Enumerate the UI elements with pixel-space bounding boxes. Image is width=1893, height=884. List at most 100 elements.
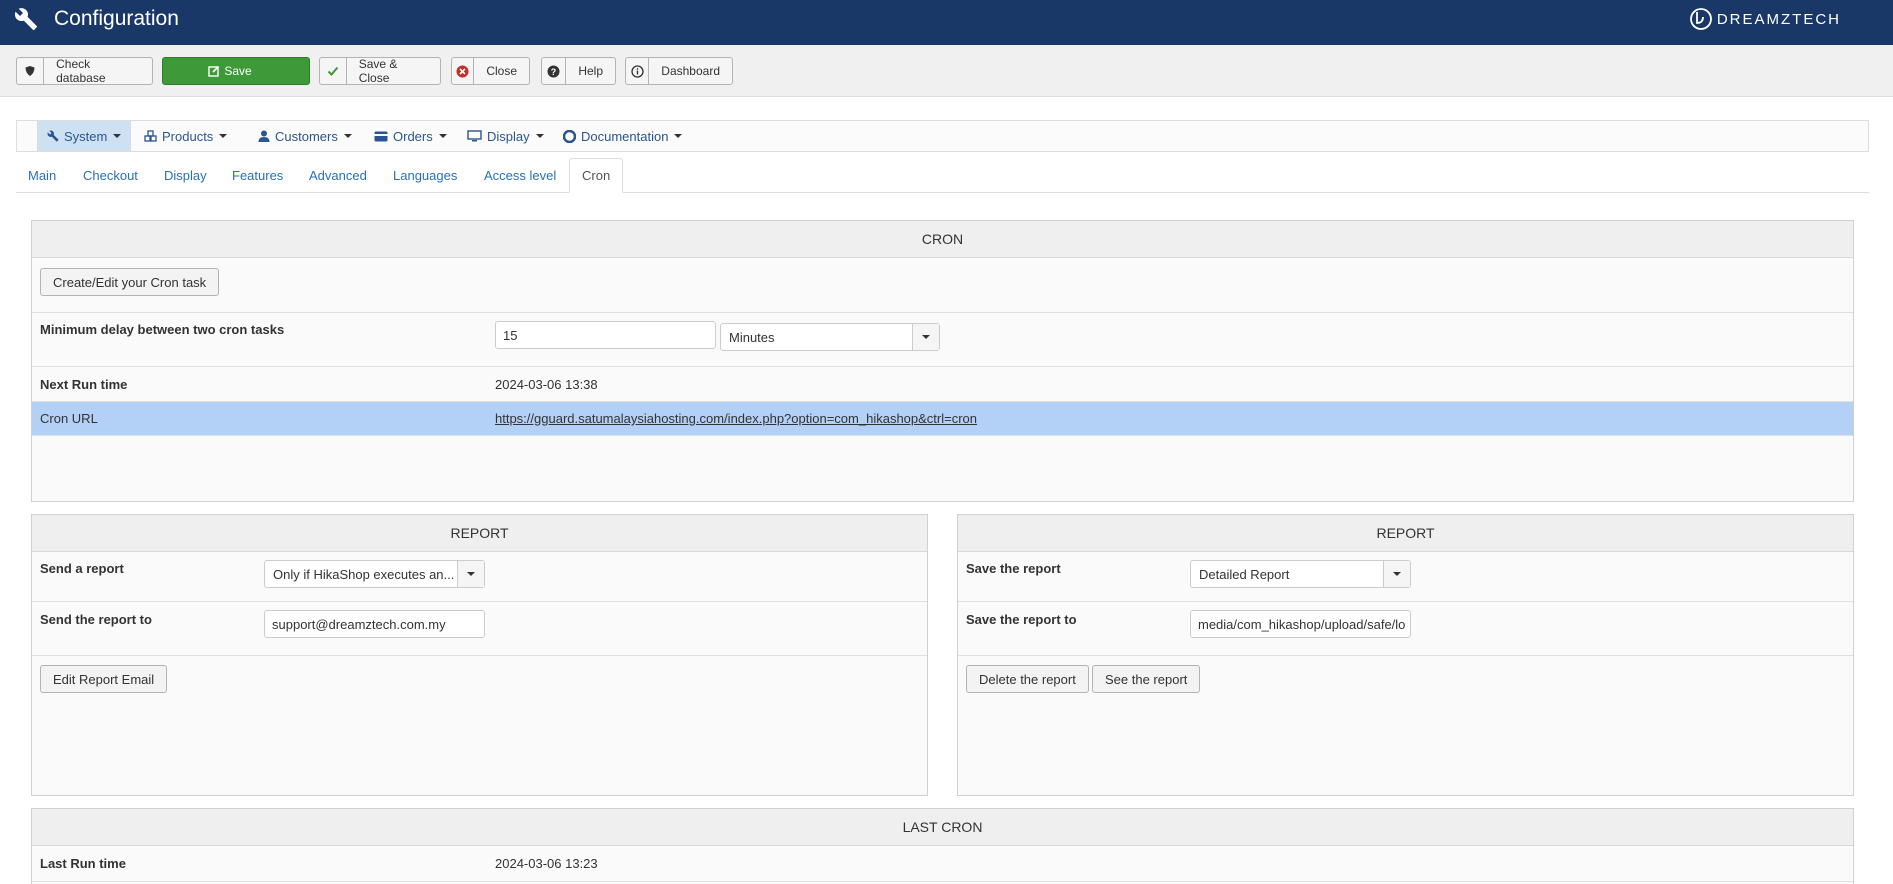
chevron-down-icon (1383, 561, 1410, 587)
edit-report-email-button[interactable]: Edit Report Email (40, 665, 168, 693)
cubes-icon (144, 130, 157, 142)
chevron-down-icon (912, 324, 939, 350)
menu-customers-label: Customers (275, 128, 338, 144)
menu-orders[interactable]: Orders (364, 121, 457, 151)
tab-features[interactable]: Features (220, 158, 295, 192)
menu-products[interactable]: Products (134, 121, 237, 151)
check-icon (320, 58, 347, 84)
last-cron-heading: LAST CRON (32, 809, 1853, 846)
page-title: Configuration (54, 7, 179, 30)
header-title-group: Configuration (14, 7, 179, 31)
svg-text:?: ? (551, 67, 557, 77)
menu-display[interactable]: Display (457, 121, 554, 151)
last-run-label: Last Run time (40, 856, 126, 871)
save-report-row: Save the report Detailed Report (958, 552, 1853, 602)
help-button[interactable]: ? Help (541, 57, 616, 85)
send-report-select[interactable]: Only if HikaShop executes an... (264, 560, 485, 588)
report-save-panel: REPORT Save the report Detailed Report S… (957, 514, 1854, 796)
tab-checkout[interactable]: Checkout (71, 158, 150, 192)
chevron-down-icon (219, 134, 228, 138)
cron-heading: CRON (32, 221, 1853, 258)
lifebuoy-icon (563, 129, 576, 143)
toolbar: Check database Save Save & Close Close ?… (0, 45, 1893, 97)
next-run-label: Next Run time (40, 377, 128, 392)
report-save-heading: REPORT (958, 515, 1853, 552)
report-send-heading: REPORT (32, 515, 927, 552)
monitor-icon (467, 130, 482, 142)
tab-cron[interactable]: Cron (569, 158, 624, 193)
dashboard-label: Dashboard (661, 64, 720, 78)
chevron-down-icon (457, 561, 484, 587)
send-report-to-input[interactable]: support@dreamztech.com.my (264, 610, 485, 638)
save-report-to-label: Save the report to (966, 612, 1077, 627)
close-label: Close (486, 64, 517, 78)
report-send-panel: REPORT Send a report Only if HikaShop ex… (31, 514, 928, 796)
menu-system[interactable]: System (37, 121, 132, 151)
close-button[interactable]: Close (451, 57, 530, 85)
brand-logo: DREAMZTECH (1689, 7, 1841, 31)
delay-unit-select[interactable]: Minutes (720, 323, 940, 351)
save-close-label: Save & Close (358, 57, 398, 85)
send-report-to-row: Send the report to support@dreamztech.co… (32, 602, 927, 656)
chevron-down-icon (438, 134, 447, 138)
menu-products-label: Products (162, 128, 214, 144)
tab-advanced[interactable]: Advanced (297, 158, 379, 192)
save-report-to-input[interactable]: media/com_hikashop/upload/safe/lo (1190, 610, 1411, 638)
close-circle-icon (452, 58, 475, 84)
save-report-select[interactable]: Detailed Report (1190, 560, 1411, 588)
last-run-value: 2024-03-06 13:23 (495, 856, 598, 871)
menu-system-label: System (64, 128, 108, 144)
cron-url-link[interactable]: https://gguard.satumalaysiahosting.com/i… (495, 411, 977, 426)
chevron-down-icon (113, 134, 122, 138)
menu-display-label: Display (487, 128, 530, 144)
send-report-row: Send a report Only if HikaShop executes … (32, 552, 927, 602)
next-run-row: Next Run time 2024-03-06 13:38 (32, 367, 1853, 402)
check-database-label: Check database (56, 57, 106, 85)
save-close-button[interactable]: Save & Close (319, 57, 441, 85)
help-label: Help (578, 64, 603, 78)
chevron-down-icon (535, 134, 544, 138)
help-icon: ? (542, 58, 567, 84)
credit-card-icon (374, 131, 388, 141)
min-delay-label: Minimum delay between two cron tasks (40, 322, 285, 337)
tab-display[interactable]: Display (152, 158, 219, 192)
min-delay-input[interactable]: 15 (495, 321, 716, 349)
cron-panel: CRON Create/Edit your Cron task Minimum … (31, 220, 1854, 502)
cron-url-row: Cron URL https://gguard.satumalaysiahost… (32, 402, 1853, 436)
save-report-label: Save the report (966, 561, 1061, 576)
save-report-value: Detailed Report (1199, 566, 1290, 582)
shield-icon (17, 58, 45, 84)
save-button[interactable]: Save (162, 57, 310, 85)
user-icon (258, 130, 270, 142)
see-report-button[interactable]: See the report (1092, 665, 1201, 693)
wrench-small-icon (47, 130, 59, 142)
dashboard-button[interactable]: Dashboard (625, 57, 733, 85)
header-bar: Configuration DREAMZTECH (0, 0, 1893, 45)
save-label: Save (224, 64, 252, 78)
send-report-value: Only if HikaShop executes an... (273, 566, 455, 582)
config-tabs: Main Checkout Display Features Advanced … (16, 158, 1869, 193)
menu-documentation[interactable]: Documentation (553, 121, 692, 151)
tab-access-level[interactable]: Access level (472, 158, 568, 192)
wrench-icon (14, 8, 37, 30)
tab-main[interactable]: Main (16, 158, 68, 192)
config-menu-bar: System Products Customers Orders Display… (16, 120, 1869, 152)
brand-mark-icon (1689, 8, 1712, 30)
send-report-to-label: Send the report to (40, 612, 152, 627)
edit-icon (208, 58, 220, 84)
tab-languages[interactable]: Languages (381, 158, 469, 192)
chevron-down-icon (674, 134, 683, 138)
menu-customers[interactable]: Customers (248, 121, 362, 151)
delay-unit-value: Minutes (729, 329, 775, 345)
check-database-button[interactable]: Check database (16, 57, 153, 85)
chevron-down-icon (343, 134, 352, 138)
cron-url-label: Cron URL (40, 411, 98, 426)
cron-delay-row: Minimum delay between two cron tasks 15 … (32, 313, 1853, 367)
info-icon (626, 58, 650, 84)
create-edit-cron-button[interactable]: Create/Edit your Cron task (40, 268, 220, 296)
menu-documentation-label: Documentation (581, 128, 669, 144)
last-cron-panel: LAST CRON Last Run time 2024-03-06 13:23 (31, 808, 1854, 884)
cron-create-row: Create/Edit your Cron task (32, 258, 1853, 313)
delete-report-button[interactable]: Delete the report (966, 665, 1089, 693)
send-report-label: Send a report (40, 561, 124, 576)
